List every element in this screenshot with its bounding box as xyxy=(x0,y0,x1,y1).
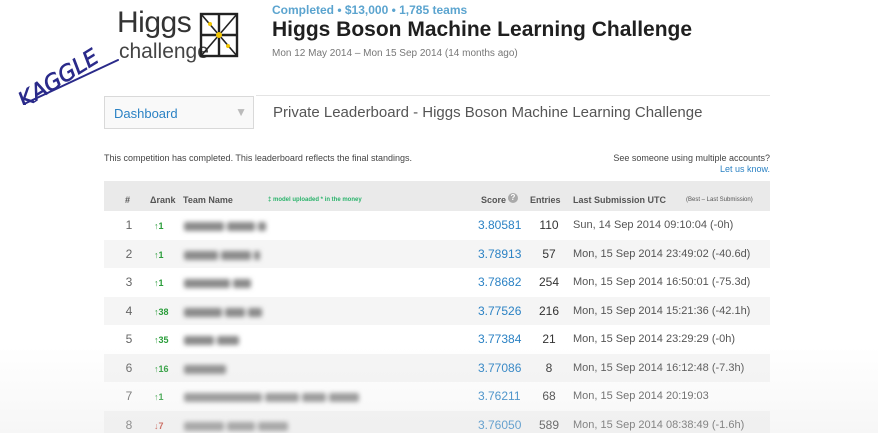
competition-status: Completed • $13,000 • 1,785 teams xyxy=(272,3,468,17)
row-entries: 68 xyxy=(542,389,556,403)
row-delta-rank: ↑1 xyxy=(154,278,164,288)
page-heading: Private Leaderboard - Higgs Boson Machin… xyxy=(273,104,703,121)
logo-word-higgs: Higgs xyxy=(117,6,192,39)
col-last-submission: Last Submission UTC xyxy=(573,195,667,205)
multiple-accounts-question: See someone using multiple accounts? xyxy=(613,153,770,163)
row-rank: 8 xyxy=(125,417,133,432)
row-rank: 4 xyxy=(125,303,133,318)
row-delta-rank: ↑1 xyxy=(154,221,164,231)
leaderboard-row: 3 ↑1 3.78682 254 Mon, 15 Sep 2014 16:50:… xyxy=(104,268,770,296)
logo-word-challenge: challenge xyxy=(119,40,209,63)
row-rank: 5 xyxy=(125,332,133,346)
leaderboard-row: 2 ↑1 3.78913 57 Mon, 15 Sep 2014 23:49:0… xyxy=(104,239,770,268)
col-team-name: Team Name xyxy=(183,195,233,205)
row-score[interactable]: 3.76050 xyxy=(478,418,521,432)
row-entries: 216 xyxy=(538,303,560,318)
row-rank: 1 xyxy=(125,218,133,232)
annotation-text: KAGGLE xyxy=(14,45,103,105)
col-rank: # xyxy=(125,195,131,205)
competition-dates: Mon 12 May 2014 – Mon 15 Sep 2014 (14 mo… xyxy=(272,48,518,59)
row-last-submission: Sun, 14 Sep 2014 09:10:04 (-0h) xyxy=(573,219,734,231)
row-entries: 589 xyxy=(538,417,560,432)
row-last-submission: Mon, 15 Sep 2014 16:50:01 (-75.3d) xyxy=(573,276,751,288)
row-delta-rank: ↑1 xyxy=(154,249,164,260)
row-rank: 7 xyxy=(125,389,133,403)
row-rank: 2 xyxy=(125,246,133,261)
col-delta-rank: Δrank xyxy=(150,195,176,205)
score-help-icon[interactable]: ? xyxy=(508,193,518,203)
leaderboard-row: 8 ↓7 3.76050 589 Mon, 15 Sep 2014 08:38:… xyxy=(104,410,770,433)
leaderboard-row: 4 ↑38 3.77526 216 Mon, 15 Sep 2014 15:21… xyxy=(104,296,770,325)
row-score[interactable]: 3.80581 xyxy=(478,218,521,232)
col-score: Score xyxy=(481,195,507,205)
row-score[interactable]: 3.77526 xyxy=(478,304,521,318)
leaderboard-table: # Δrank Team Name ‡ model uploaded * in … xyxy=(104,181,770,433)
row-team-name-blurred[interactable] xyxy=(184,249,394,261)
row-last-submission: Mon, 15 Sep 2014 15:21:36 (-42.1h) xyxy=(573,304,751,317)
row-team-name-blurred[interactable] xyxy=(184,391,394,403)
row-team-name-blurred[interactable] xyxy=(184,420,394,432)
row-entries: 57 xyxy=(542,246,556,261)
row-team-name-blurred[interactable] xyxy=(184,334,394,346)
row-team-name-blurred[interactable] xyxy=(184,306,394,318)
leaderboard-row: 5 ↑35 3.77384 21 Mon, 15 Sep 2014 23:29:… xyxy=(104,325,770,353)
row-last-submission: Mon, 15 Sep 2014 20:19:03 xyxy=(573,390,709,402)
dashboard-dropdown[interactable]: Dashboard ▼ xyxy=(104,96,254,129)
row-delta-rank: ↓7 xyxy=(154,420,164,431)
leaderboard-row: 7 ↑1 3.76211 68 Mon, 15 Sep 2014 20:19:0… xyxy=(104,382,770,410)
competition-title[interactable]: Higgs Boson Machine Learning Challenge xyxy=(272,18,692,42)
row-last-submission: Mon, 15 Sep 2014 23:29:29 (-0h) xyxy=(573,333,736,345)
row-score[interactable]: 3.77086 xyxy=(478,361,521,375)
divider xyxy=(256,95,770,96)
col-last-submission-note: (Best – Last Submission) xyxy=(686,197,753,203)
row-entries: 21 xyxy=(542,332,556,346)
row-last-submission: Mon, 15 Sep 2014 08:38:49 (-1.6h) xyxy=(573,418,745,431)
leaderboard-row: 6 ↑16 3.77086 8 Mon, 15 Sep 2014 16:12:4… xyxy=(104,353,770,382)
row-entries: 110 xyxy=(539,218,559,232)
dropdown-arrow-icon: ▼ xyxy=(235,105,247,119)
let-us-know-link[interactable]: Let us know. xyxy=(613,164,770,175)
leaderboard-header: # Δrank Team Name ‡ model uploaded * in … xyxy=(104,181,770,211)
row-score[interactable]: 3.76211 xyxy=(478,389,521,403)
handwritten-kaggle-annotation: KAGGLE xyxy=(14,45,119,105)
row-team-name-blurred[interactable] xyxy=(184,220,394,232)
row-entries: 254 xyxy=(538,275,560,289)
col-team-legend: ‡ model uploaded * in the money xyxy=(268,197,362,203)
multiple-accounts-notice: See someone using multiple accounts? Let… xyxy=(613,153,770,175)
row-delta-rank: ↑38 xyxy=(154,306,169,317)
completion-notice: This competition has completed. This lea… xyxy=(104,153,412,163)
row-delta-rank: ↑35 xyxy=(154,335,169,345)
col-entries: Entries xyxy=(530,195,561,205)
row-entries: 8 xyxy=(545,360,553,375)
row-rank: 3 xyxy=(125,275,133,289)
leaderboard-row: 1 ↑1 3.80581 110 Sun, 14 Sep 2014 09:10:… xyxy=(104,211,770,239)
row-score[interactable]: 3.77384 xyxy=(478,332,521,346)
row-score[interactable]: 3.78913 xyxy=(478,247,521,261)
higgs-logo-icon xyxy=(199,12,239,58)
row-last-submission: Mon, 15 Sep 2014 16:12:48 (-7.3h) xyxy=(573,361,745,374)
row-rank: 6 xyxy=(125,360,133,375)
row-team-name-blurred[interactable] xyxy=(184,277,394,289)
row-team-name-blurred[interactable] xyxy=(184,363,394,375)
row-last-submission: Mon, 15 Sep 2014 23:49:02 (-40.6d) xyxy=(573,247,751,260)
row-delta-rank: ↑1 xyxy=(154,392,164,402)
dashboard-label: Dashboard xyxy=(114,106,178,121)
row-delta-rank: ↑16 xyxy=(154,363,169,374)
row-score[interactable]: 3.78682 xyxy=(478,275,521,289)
